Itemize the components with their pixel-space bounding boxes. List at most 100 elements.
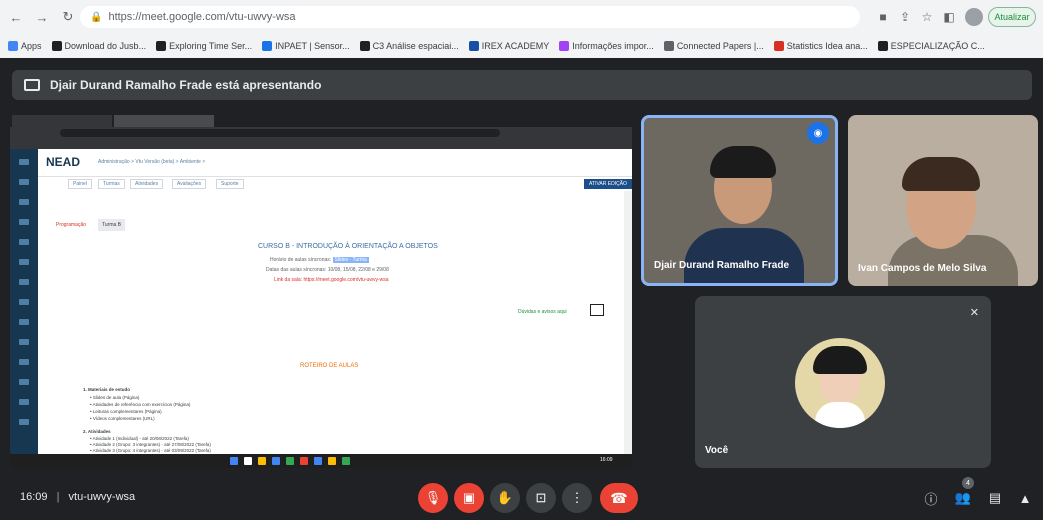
meet-stage: Djair Durand Ramalho Frade está apresent… (0, 58, 1043, 520)
shared-taskbar-icon (230, 457, 238, 465)
shared-sidebar-icon (19, 339, 29, 345)
camera-off-icon: ▣ (462, 490, 476, 505)
bookmark-item[interactable]: INPAET | Sensor... (262, 41, 350, 51)
camera-indicator-icon[interactable]: ■ (874, 7, 892, 27)
address-bar[interactable]: 🔒 https://meet.google.com/vtu-uwvy-wsa (80, 6, 860, 28)
shared-taskbar-icon (244, 457, 252, 465)
leave-call-button[interactable]: ☎ (600, 483, 638, 513)
nead-logo: NEAD (46, 155, 81, 169)
present-button[interactable]: ⊡ (526, 483, 556, 513)
bookmarks-bar: Apps Download do Jusb... Exploring Time Se… (0, 34, 1043, 58)
browser-toolbar: ← → ↻ 🔒 https://meet.google.com/vtu-uwvy… (0, 0, 1043, 34)
profile-avatar[interactable] (965, 8, 983, 26)
forward-icon[interactable]: → (32, 7, 52, 27)
list-item: • Atividades de referência com exercício… (90, 402, 191, 407)
shared-sidebar-icon (19, 319, 29, 325)
shared-taskbar-icon (258, 457, 266, 465)
shared-menu-item: Atividades (130, 179, 164, 189)
shared-sidebar-icon (19, 259, 29, 265)
info-icon: ⓘ (924, 491, 938, 507)
people-button[interactable]: 👥 (952, 487, 974, 509)
bookmark-item[interactable]: C3 Análise espaciai... (359, 41, 459, 51)
participant-tile-self[interactable]: ✕ Você (695, 296, 991, 468)
bookmark-item[interactable]: Apps (8, 41, 42, 51)
present-screen-icon (24, 79, 40, 91)
course-line: Datas das aulas síncronas: 10/08, 15/08,… (266, 267, 389, 273)
shared-course-content: Programação Turma B CURSO B - INTRODUÇÃO… (38, 191, 624, 454)
shared-chip: Programação (56, 222, 87, 228)
bookmark-favicon-icon (359, 41, 370, 51)
list-item: • Vídeos complementares (URL) (90, 416, 155, 421)
shared-lms-sidebar (10, 149, 38, 454)
bookmark-label: Connected Papers |... (676, 41, 764, 51)
bookmark-favicon-icon (663, 41, 674, 51)
bookmark-favicon-icon (51, 41, 62, 51)
bookmark-favicon-icon (877, 41, 888, 51)
shared-taskbar-icon (272, 457, 280, 465)
list-item: • Atividade 2 (Grupo: 3 integrantes) - a… (90, 442, 211, 447)
shared-sidebar-icon (19, 359, 29, 365)
bookmark-item[interactable]: Connected Papers |... (663, 41, 764, 51)
camera-toggle-button[interactable]: ▣ (454, 483, 484, 513)
hand-icon: ✋ (496, 490, 514, 505)
shared-menu-item: Painel (68, 179, 92, 189)
meeting-info-button[interactable]: ⓘ (920, 487, 942, 509)
reload-icon[interactable]: ↻ (58, 7, 78, 27)
course-line: Link da sala: https://meet.google.com/vt… (274, 277, 389, 283)
share-icon[interactable]: ⇪ (896, 7, 914, 27)
section-heading: 2. Atividades (83, 429, 111, 434)
shared-address-bar (10, 127, 632, 139)
meeting-details: 16:09 | vtu-uwvy-wsa (20, 491, 136, 503)
participant-tile-ivan[interactable]: Ivan Campos de Melo Silva (848, 115, 1038, 286)
shared-sidebar-icon (19, 199, 29, 205)
raise-hand-button[interactable]: ✋ (490, 483, 520, 513)
activities-button[interactable]: ▲ (1014, 487, 1036, 509)
participant-name: Ivan Campos de Melo Silva (858, 263, 987, 274)
extensions-icon[interactable]: ◧ (940, 7, 958, 27)
present-icon: ⊡ (535, 490, 547, 505)
bookmark-item[interactable]: IREX ACADEMY (468, 41, 549, 51)
shared-taskbar: 16:09 (10, 454, 632, 468)
shared-sidebar-icon (19, 379, 29, 385)
bookmark-item[interactable]: Exploring Time Ser... (156, 41, 252, 51)
back-icon[interactable]: ← (6, 7, 26, 27)
shared-lms-header: NEAD Administração > Vtu Versão (beta) >… (38, 149, 632, 177)
shared-sidebar-icon (19, 179, 29, 185)
star-icon[interactable]: ☆ (918, 7, 936, 27)
list-item: • Slides de aula (Página) (90, 395, 140, 400)
mic-toggle-button[interactable]: 🎙 (418, 483, 448, 513)
shared-sidebar-icon (19, 279, 29, 285)
bookmark-label: Informações impor... (572, 41, 654, 51)
shared-clock: 16:09 (600, 457, 613, 463)
bookmark-label: Statistics Idea ana... (786, 41, 868, 51)
bookmark-item[interactable]: Informações impor... (559, 41, 654, 51)
mic-off-icon: ✕ (969, 307, 979, 319)
shared-tab (12, 115, 112, 127)
mic-off-icon: 🎙 (424, 490, 442, 505)
bookmark-favicon-icon (8, 41, 18, 51)
shared-taskbar-icon (342, 457, 350, 465)
shared-menu-item: Suporte (216, 179, 244, 189)
bookmark-item[interactable]: Download do Jusb... (51, 41, 146, 51)
shared-menu-item: Turmas (98, 179, 125, 189)
browser-chrome: ← → ↻ 🔒 https://meet.google.com/vtu-uwvy… (0, 0, 1043, 58)
bookmark-label: INPAET | Sensor... (275, 41, 350, 51)
people-count-badge: 4 (962, 477, 974, 489)
bookmark-favicon-icon (468, 41, 479, 51)
presenter-banner: Djair Durand Ramalho Frade está apresent… (12, 70, 1032, 100)
bookmark-label: ESPECIALIZAÇÃO C... (890, 41, 985, 51)
shared-taskbar-icon (300, 457, 308, 465)
participant-tile-djair[interactable]: ◉ Djair Durand Ramalho Frade (641, 115, 838, 286)
bookmark-item[interactable]: Statistics Idea ana... (773, 41, 868, 51)
hang-up-icon: ☎ (610, 489, 628, 506)
shared-chip: Turma B (98, 219, 125, 231)
course-title: CURSO B - INTRODUÇÃO À ORIENTAÇÃO A OBJE… (258, 243, 438, 250)
shared-sidebar-icon (19, 399, 29, 405)
bookmark-item[interactable]: ESPECIALIZAÇÃO C... (877, 41, 985, 51)
chat-icon: ▤ (988, 490, 1002, 505)
more-options-button[interactable]: ⋮ (562, 483, 592, 513)
chat-button[interactable]: ▤ (984, 487, 1006, 509)
update-button[interactable]: Atualizar (988, 7, 1036, 27)
course-line: Horário de aulas síncronas: Slides - Tur… (270, 257, 369, 263)
shared-sidebar-icon (19, 159, 29, 165)
